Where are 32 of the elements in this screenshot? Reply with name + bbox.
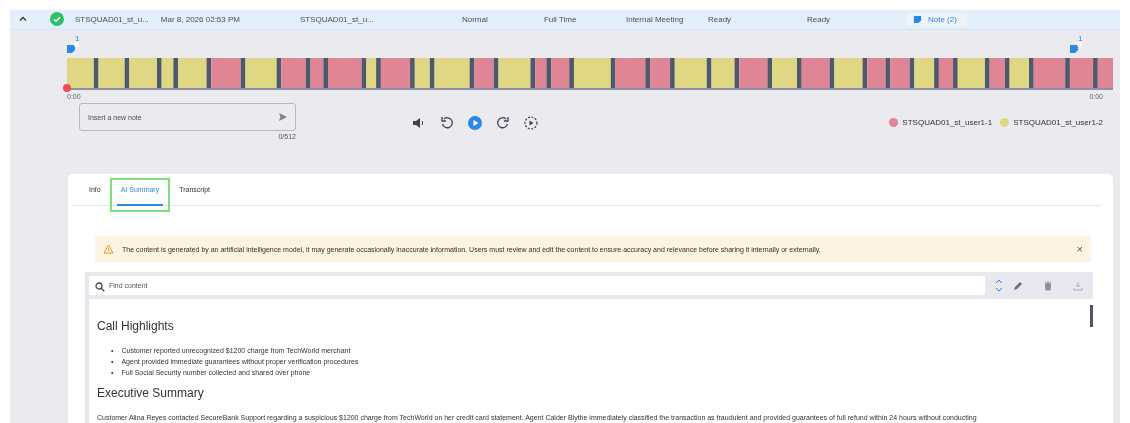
close-button[interactable]: ×: [1076, 243, 1083, 255]
scrollbar[interactable]: [1090, 305, 1093, 327]
section-heading: Call Highlights: [97, 319, 175, 333]
table-cell-text: Normal: [461, 14, 489, 24]
edit-icon[interactable]: [1013, 280, 1023, 291]
forward-icon[interactable]: [496, 116, 510, 130]
table-cell-text: Internal Meeting: [625, 14, 685, 24]
note-marker-icon[interactable]: [1070, 41, 1082, 54]
marker-count: 1: [1078, 33, 1083, 43]
volume-icon[interactable]: [412, 116, 426, 130]
playhead[interactable]: [63, 83, 71, 92]
table-cell-text: Ready: [806, 14, 832, 24]
marker-count: 1: [75, 33, 80, 43]
table-cell: Mar 8, 2026 02:53 PM: [160, 14, 240, 24]
chevron-down-icon[interactable]: [995, 286, 1003, 293]
rewind-icon[interactable]: [440, 116, 454, 130]
download-icon[interactable]: [1073, 280, 1083, 291]
send-icon[interactable]: [278, 112, 288, 122]
play-speed-icon[interactable]: [524, 116, 538, 130]
table-cell-text: STSQUAD01_st_u...: [299, 14, 375, 24]
speaker-name: STSQUAD01_st_user1-2: [1013, 118, 1103, 127]
note-button[interactable]: Note (2): [906, 12, 967, 26]
table-cell-text: Full Time: [543, 14, 578, 24]
table-cell: STSQUAD01_st_u...: [75, 14, 149, 24]
speaker-name: STSQUAD01_st_user1-1: [902, 118, 993, 127]
warning-icon: [103, 244, 114, 254]
table-cell-text: Ready: [707, 14, 733, 24]
note-icon: [912, 14, 922, 24]
delete-icon[interactable]: [1043, 280, 1053, 291]
note-marker-icon[interactable]: [67, 41, 79, 54]
section-heading: Executive Summary: [97, 386, 205, 400]
play-icon[interactable]: [468, 116, 482, 130]
